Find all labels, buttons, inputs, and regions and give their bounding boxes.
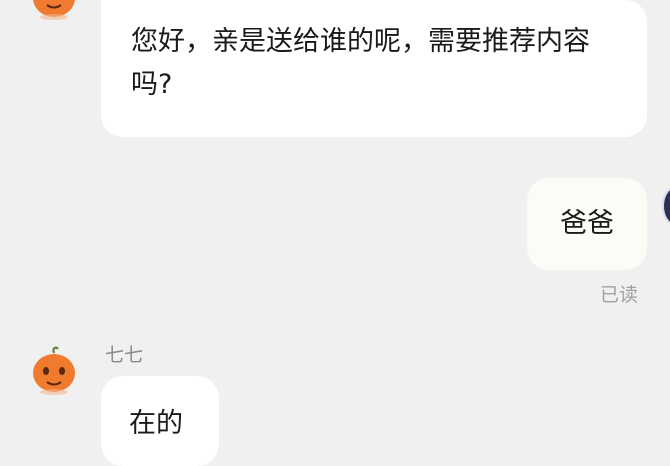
message-bubble-incoming[interactable]: 您好，亲是送给谁的呢，需要推荐内容吗? xyxy=(101,0,647,137)
message-bubble-incoming[interactable]: 在的 xyxy=(101,376,219,466)
message-text: 爸爸 xyxy=(560,208,614,239)
orange-mascot-avatar-icon[interactable] xyxy=(31,345,77,395)
orange-mascot-avatar-icon[interactable] xyxy=(31,0,77,20)
read-receipt: 已读 xyxy=(600,284,639,306)
message-text: 您好，亲是送给谁的呢，需要推荐内容吗? xyxy=(131,26,590,100)
chat-conversation: 您好，亲是送给谁的呢，需要推荐内容吗? 爸爸 已读 七七 在的 xyxy=(0,0,670,466)
message-bubble-outgoing[interactable]: 爸爸 xyxy=(527,178,647,270)
sender-name: 七七 xyxy=(105,344,144,366)
message-text: 在的 xyxy=(129,408,183,439)
user-avatar-icon[interactable] xyxy=(664,188,670,224)
